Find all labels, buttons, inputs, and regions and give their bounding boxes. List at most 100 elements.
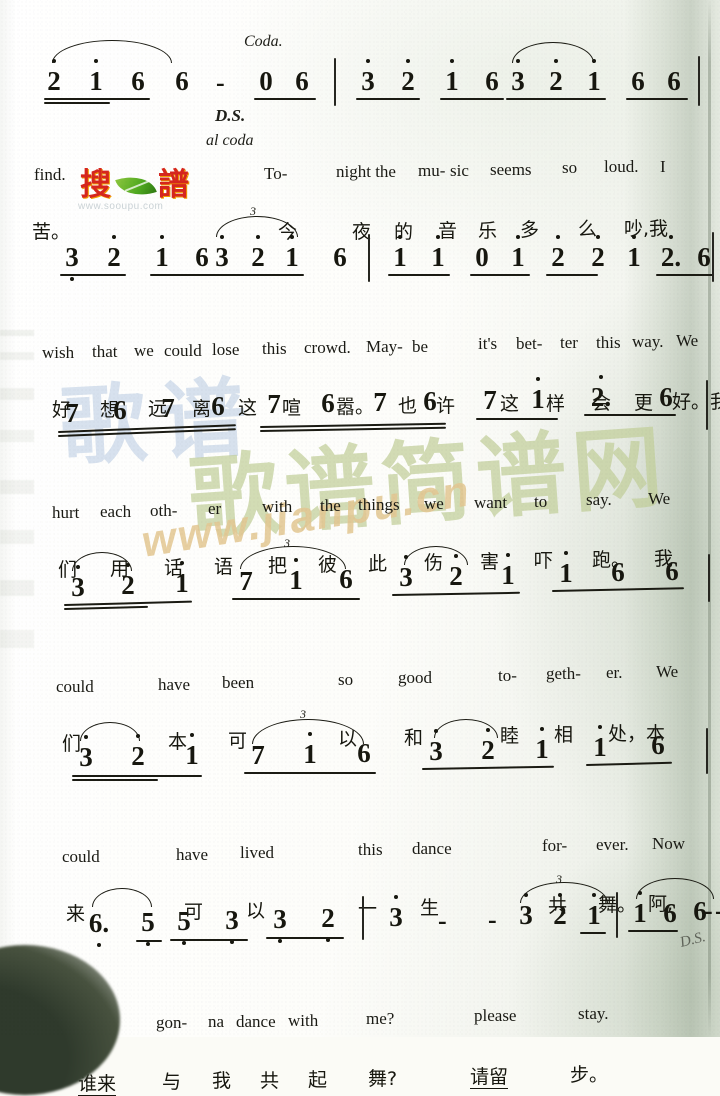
note: 6 [211,391,225,421]
lyric-en: this [358,840,383,859]
note: 2. [588,375,614,411]
system-1: 2 1 6 6 - 0 6 3 2 1 6 3 2 1 6 6 find. To… [0,40,720,242]
logo-url: www.sooupu.com [78,201,164,212]
triplet-number: 3 [284,536,290,550]
beam [356,98,420,100]
note: 7 [65,398,79,428]
note: 2 [318,905,338,942]
triplet-number: 3 [250,204,256,218]
note: 1 [172,561,192,597]
barline [616,892,618,938]
site-logo: 搜 譜 www.sooupu.com [78,168,206,216]
note: 6 [659,382,673,412]
note: 3 [358,59,378,95]
note: 1 [532,727,552,763]
lyric-en: lived [240,843,274,862]
lyric-en: each [100,502,132,521]
barline [334,58,336,106]
note: 2 [248,235,268,271]
beam [506,98,606,100]
note-row: 3 2 1 3 7 1 6 3 2 1 1 6 6 [0,536,720,614]
lyrics-en-row: could have lived this dance for- ever. N… [0,780,720,866]
lyrics-en-row: who's gon- na dance with me? please stay… [0,946,720,1034]
note: 1 [556,551,576,587]
note: 1 [390,235,410,271]
note: 1 [630,891,650,927]
note: 1 [282,235,302,271]
note: 1 [584,893,604,929]
note: 6 [357,738,371,768]
note: 2 [446,554,466,590]
beam [626,98,688,100]
beam [476,418,558,420]
beam [440,98,504,100]
beam [210,274,304,276]
note: 1 [498,553,518,589]
note: 0 [475,242,489,272]
lyric-en: oth- [150,501,178,520]
note-dash: - [438,906,447,935]
lyrics-en-row: hurt each oth- er with the things we wan… [0,442,720,522]
note: 5 [138,909,158,946]
lyric-en: dance [412,839,452,858]
lyrics-cn-row: 来 可 以 一 生 共 舞。 阿, [0,810,720,924]
lyric-en: dance [236,1012,276,1031]
beam [421,765,554,770]
note-row: 6. 5 5 3 3 2 3 - - 3 3 2 1 1 6 6 - - [0,872,720,947]
note: 3 [212,235,232,271]
beam [60,274,126,276]
triplet-number: 3 [556,872,562,886]
note: 0 [259,66,273,96]
coda-mark: Coda. [244,33,283,50]
lyric-en: wish [42,343,75,362]
lyric-en: na [208,1012,225,1031]
note: 6 [485,66,499,96]
note: 6 [333,242,347,272]
note: 1 [428,235,448,271]
note: 3 [76,735,96,771]
note: 7 [373,387,387,417]
note: 6 [113,395,127,425]
slur [92,888,152,907]
lyric-en: stay. [578,1004,609,1023]
note: 2 [478,728,498,764]
note: 7 [161,393,175,423]
note-dash: - [488,905,497,934]
note: 6 [667,66,681,96]
lyric-en: have [158,675,191,694]
note: 2 [398,59,418,95]
note: 6 [131,66,145,96]
note-dash: - [216,68,225,97]
beam [266,937,344,939]
note: 6 [321,388,335,418]
note-dash: - [715,898,720,924]
note: 2 [546,59,566,95]
note: 3 [270,906,290,943]
note: 2 [44,59,64,95]
lyric-cn: 请留 [470,1066,509,1089]
note: 6 [339,564,353,594]
lyric-en: been [222,673,255,692]
note: 7 [251,740,265,770]
beam [470,274,530,276]
note: 1 [508,235,528,271]
lyric-en: er [208,499,222,518]
lyric-cn: 我 [212,1070,232,1092]
note: 1 [86,59,106,95]
lyric-en: have [176,845,209,864]
beam [546,274,598,276]
lyric-en: could [62,847,100,866]
note: 1 [286,558,306,594]
logo-char-right: 譜 [158,167,189,203]
note: 2 [118,563,138,599]
lyric-cn: 舞? [368,1068,398,1090]
note: 1 [528,377,548,413]
note-row: 2 1 6 6 - 0 6 3 2 1 6 3 2 1 6 6 [0,40,720,110]
lyric-cn: 步。 [570,1064,609,1086]
note: 3 [508,59,528,95]
barline [706,728,708,774]
beam [656,274,714,276]
note: 7 [267,389,281,419]
logo-char-left: 搜 [80,167,111,203]
lyric-cn: 共 [260,1070,280,1092]
